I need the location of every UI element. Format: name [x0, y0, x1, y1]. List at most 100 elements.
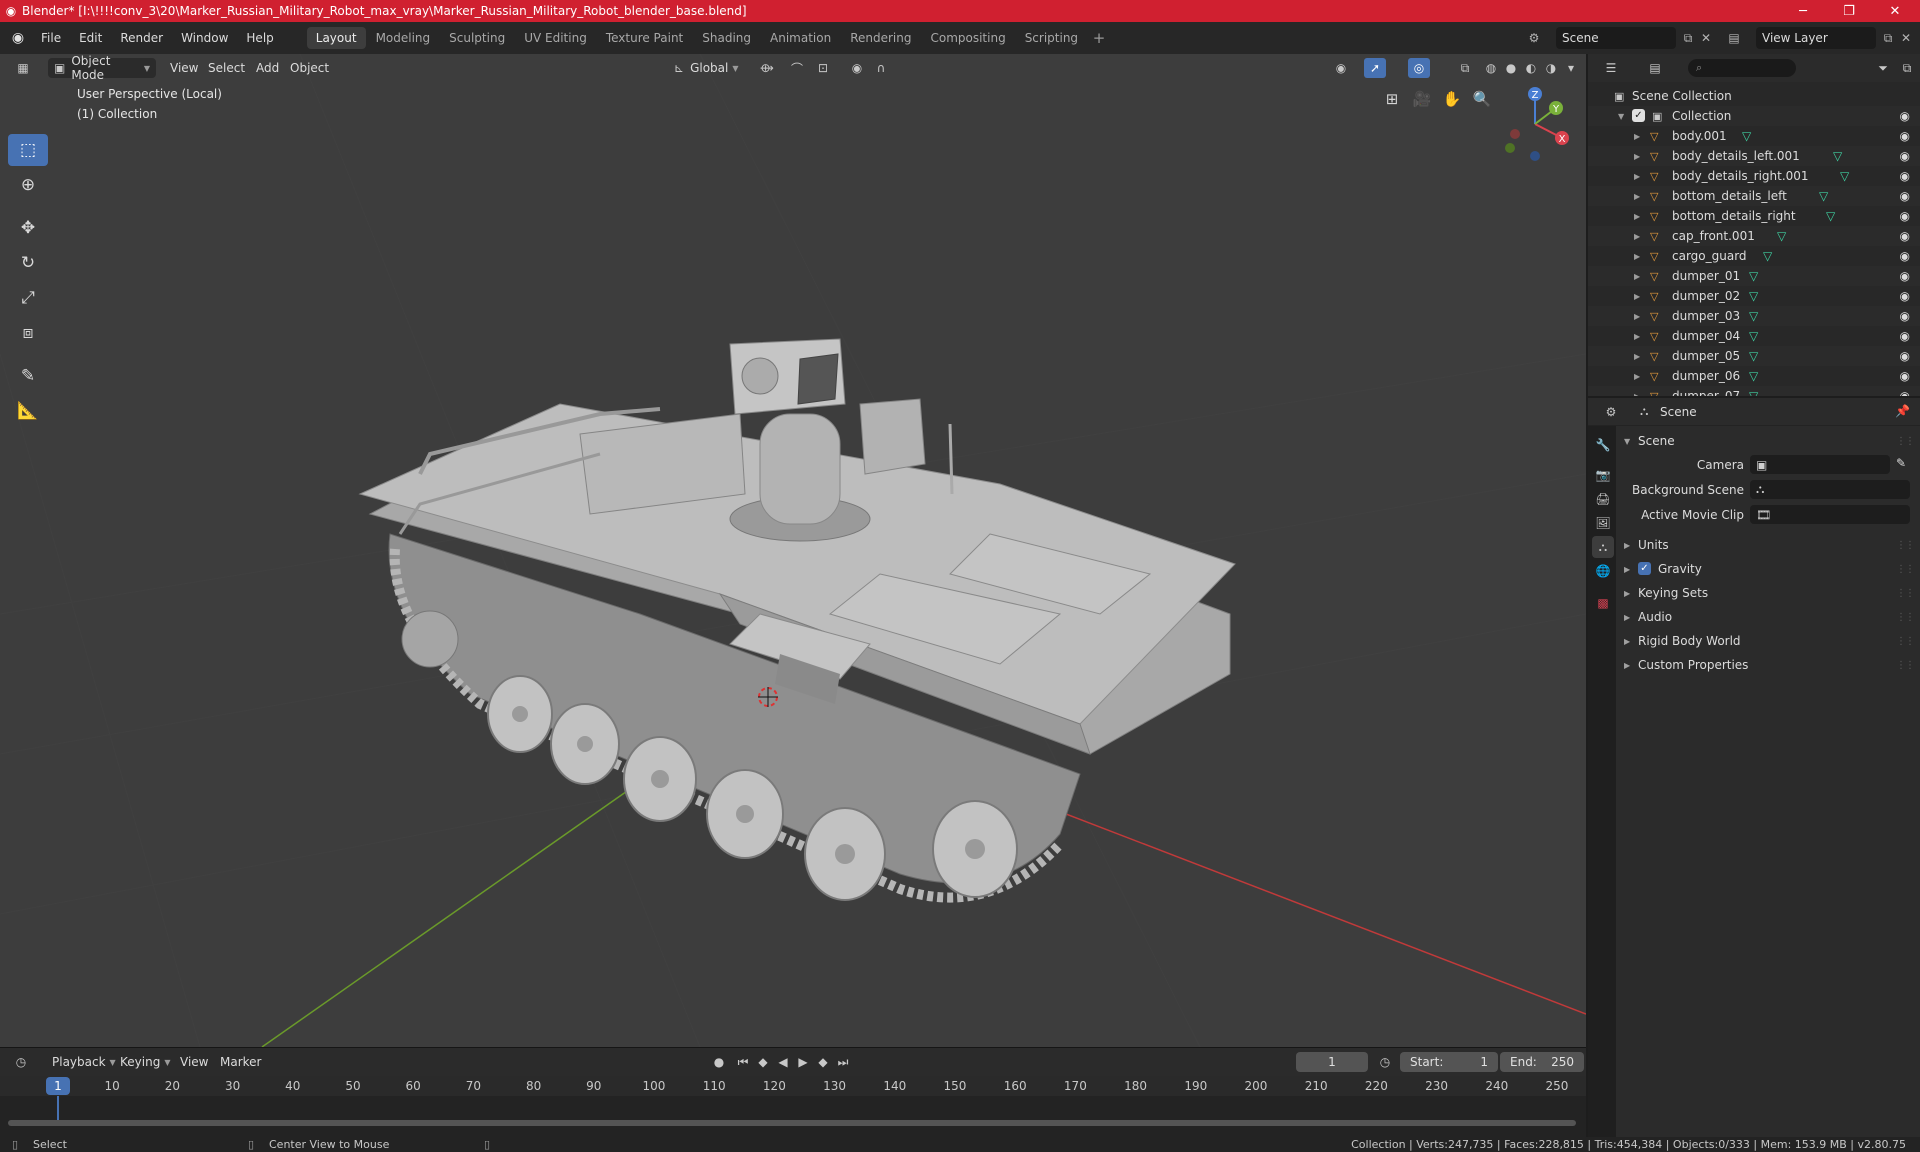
eye-icon[interactable]: ◉: [1900, 109, 1910, 123]
menu-window[interactable]: Window: [172, 26, 237, 50]
timeline-menu-playback[interactable]: Playback ▼: [46, 1052, 122, 1072]
drag-grip-icon[interactable]: ⋮⋮: [1896, 588, 1915, 599]
timeline-ruler[interactable]: 1 10 20 30 40 50 60 70 80 90 100 110 120 130 140 150 160…: [0, 1076, 1586, 1096]
outliner-object-row[interactable]: ▶ ▽ cargo_guard ▽ ◉: [1588, 246, 1920, 266]
outliner-object-row[interactable]: ▶ ▽ body.001 ▽ ◉: [1588, 126, 1920, 146]
eye-icon[interactable]: ◉: [1900, 369, 1910, 383]
outliner-search-input[interactable]: ⌕: [1688, 59, 1796, 77]
outliner-object-row[interactable]: ▶ ▽ dumper_02 ▽ ◉: [1588, 286, 1920, 306]
drag-grip-icon[interactable]: ⋮⋮: [1896, 540, 1915, 551]
tab-sculpting[interactable]: Sculpting: [440, 27, 514, 49]
eye-icon[interactable]: ◉: [1900, 229, 1910, 243]
expand-arrow-icon[interactable]: ▶: [1634, 332, 1640, 341]
scene-tab-icon[interactable]: ⛬: [1592, 536, 1614, 558]
mesh-data-icon[interactable]: ▽: [1749, 309, 1758, 323]
expand-arrow-icon[interactable]: ▶: [1634, 172, 1640, 181]
eye-icon[interactable]: ◉: [1900, 149, 1910, 163]
outliner-object-row[interactable]: ▶ ▽ body_details_left.001 ▽ ◉: [1588, 146, 1920, 166]
snap-icon[interactable]: ⌒: [786, 58, 808, 78]
rendered-shading-icon[interactable]: ◑: [1540, 58, 1562, 78]
blender-menu-icon[interactable]: ◉: [4, 22, 32, 54]
view-layer-icon[interactable]: ▤: [1724, 28, 1744, 48]
scene-selector[interactable]: Scene: [1556, 27, 1676, 49]
eye-icon[interactable]: ◉: [1900, 329, 1910, 343]
mesh-data-icon[interactable]: ▽: [1763, 249, 1772, 263]
viewport-menu-object[interactable]: Object: [284, 58, 335, 78]
eye-icon[interactable]: ◉: [1900, 249, 1910, 263]
filter-icon[interactable]: ⏷: [1872, 58, 1894, 78]
play-icon[interactable]: ▶: [792, 1052, 814, 1072]
tool-tab-icon[interactable]: 🔧: [1592, 434, 1614, 456]
menu-edit[interactable]: Edit: [70, 26, 111, 50]
mesh-data-icon[interactable]: ▽: [1749, 289, 1758, 303]
jump-start-icon[interactable]: ⏮: [732, 1052, 754, 1072]
expand-arrow-icon[interactable]: ▶: [1634, 252, 1640, 261]
outliner-object-row[interactable]: ▶ ▽ dumper_07 ▽ ◉: [1588, 386, 1920, 396]
eye-icon[interactable]: ◉: [1900, 289, 1910, 303]
timeline-menu-marker[interactable]: Marker: [214, 1052, 267, 1072]
play-reverse-icon[interactable]: ◀: [772, 1052, 794, 1072]
rotate-tool-icon[interactable]: ↻: [8, 247, 48, 279]
outliner-collection[interactable]: ▼ ✓ ▣ Collection ◉: [1588, 106, 1920, 126]
3d-viewport[interactable]: ▦ ▣ Object Mode ▼ View Select Add Object…: [0, 54, 1586, 1047]
expand-arrow-icon[interactable]: ▶: [1634, 312, 1640, 321]
properties-editor-icon[interactable]: ⚙: [1600, 402, 1622, 422]
overlay-toggle-icon[interactable]: ◎: [1408, 58, 1430, 78]
camera-view-icon[interactable]: 🎥: [1407, 84, 1437, 114]
outliner-scene-collection[interactable]: ▣ Scene Collection: [1588, 86, 1920, 106]
mesh-data-icon[interactable]: ▽: [1742, 129, 1751, 143]
expand-arrow-icon[interactable]: ▼: [1618, 112, 1624, 121]
close-button[interactable]: ✕: [1872, 0, 1918, 22]
view-layer-selector[interactable]: View Layer: [1756, 27, 1876, 49]
panel-keying-sets[interactable]: ▶ Keying Sets ⋮⋮: [1616, 582, 1920, 604]
mesh-data-icon[interactable]: ▽: [1749, 269, 1758, 283]
viewport-menu-select[interactable]: Select: [202, 58, 251, 78]
outliner-object-row[interactable]: ▶ ▽ bottom_details_right ▽ ◉: [1588, 206, 1920, 226]
xray-icon[interactable]: ⧉: [1454, 58, 1476, 78]
tab-shading[interactable]: Shading: [693, 27, 760, 49]
grid-view-icon[interactable]: ⊞: [1377, 84, 1407, 114]
eye-icon[interactable]: ◉: [1900, 389, 1910, 396]
viewport-menu-view[interactable]: View: [164, 58, 204, 78]
menu-render[interactable]: Render: [111, 26, 172, 50]
eye-icon[interactable]: ◉: [1900, 309, 1910, 323]
mesh-data-icon[interactable]: ▽: [1749, 349, 1758, 363]
texture-tab-icon[interactable]: ▩: [1592, 592, 1614, 614]
gravity-checkbox[interactable]: ✓: [1638, 562, 1651, 575]
cursor-tool-icon[interactable]: ⊕: [8, 169, 48, 201]
menu-help[interactable]: Help: [237, 26, 282, 50]
outliner-object-row[interactable]: ▶ ▽ cap_front.001 ▽ ◉: [1588, 226, 1920, 246]
expand-arrow-icon[interactable]: ▶: [1634, 372, 1640, 381]
prev-keyframe-icon[interactable]: ◆: [752, 1052, 774, 1072]
expand-arrow-icon[interactable]: ▶: [1634, 152, 1640, 161]
tab-compositing[interactable]: Compositing: [921, 27, 1014, 49]
shading-options-icon[interactable]: ▾: [1560, 58, 1582, 78]
timeline-scrollbar[interactable]: [8, 1120, 1576, 1126]
timeline-editor-icon[interactable]: ◷: [10, 1052, 32, 1072]
outliner-object-row[interactable]: ▶ ▽ dumper_01 ▽ ◉: [1588, 266, 1920, 286]
expand-arrow-icon[interactable]: ▶: [1634, 212, 1640, 221]
wireframe-shading-icon[interactable]: ◍: [1480, 58, 1502, 78]
mesh-data-icon[interactable]: ▽: [1749, 369, 1758, 383]
pin-icon[interactable]: 📌: [1895, 404, 1910, 418]
select-box-tool-icon[interactable]: ⬚: [8, 134, 48, 166]
visibility-icon[interactable]: ◉: [1330, 58, 1352, 78]
background-scene-field[interactable]: ⛬: [1750, 480, 1910, 499]
outliner-object-row[interactable]: ▶ ▽ dumper_04 ▽ ◉: [1588, 326, 1920, 346]
panel-units[interactable]: ▶ Units ⋮⋮: [1616, 534, 1920, 556]
snap-target-icon[interactable]: ⊡: [812, 58, 834, 78]
transform-tool-icon[interactable]: ⧈: [8, 317, 48, 349]
expand-arrow-icon[interactable]: ▶: [1634, 292, 1640, 301]
mesh-data-icon[interactable]: ▽: [1826, 209, 1835, 223]
eye-icon[interactable]: ◉: [1900, 349, 1910, 363]
display-mode-icon[interactable]: ▤: [1644, 58, 1666, 78]
world-tab-icon[interactable]: 🌐: [1592, 560, 1614, 582]
outliner-object-row[interactable]: ▶ ▽ bottom_details_left ▽ ◉: [1588, 186, 1920, 206]
measure-tool-icon[interactable]: 📐: [8, 395, 48, 427]
eye-icon[interactable]: ◉: [1900, 189, 1910, 203]
solid-shading-icon[interactable]: ●: [1500, 58, 1522, 78]
outliner-object-row[interactable]: ▶ ▽ body_details_right.001 ▽ ◉: [1588, 166, 1920, 186]
new-view-layer-icon[interactable]: ⧉: [1878, 28, 1898, 48]
new-scene-icon[interactable]: ⧉: [1678, 28, 1698, 48]
drag-grip-icon[interactable]: ⋮⋮: [1896, 636, 1915, 647]
